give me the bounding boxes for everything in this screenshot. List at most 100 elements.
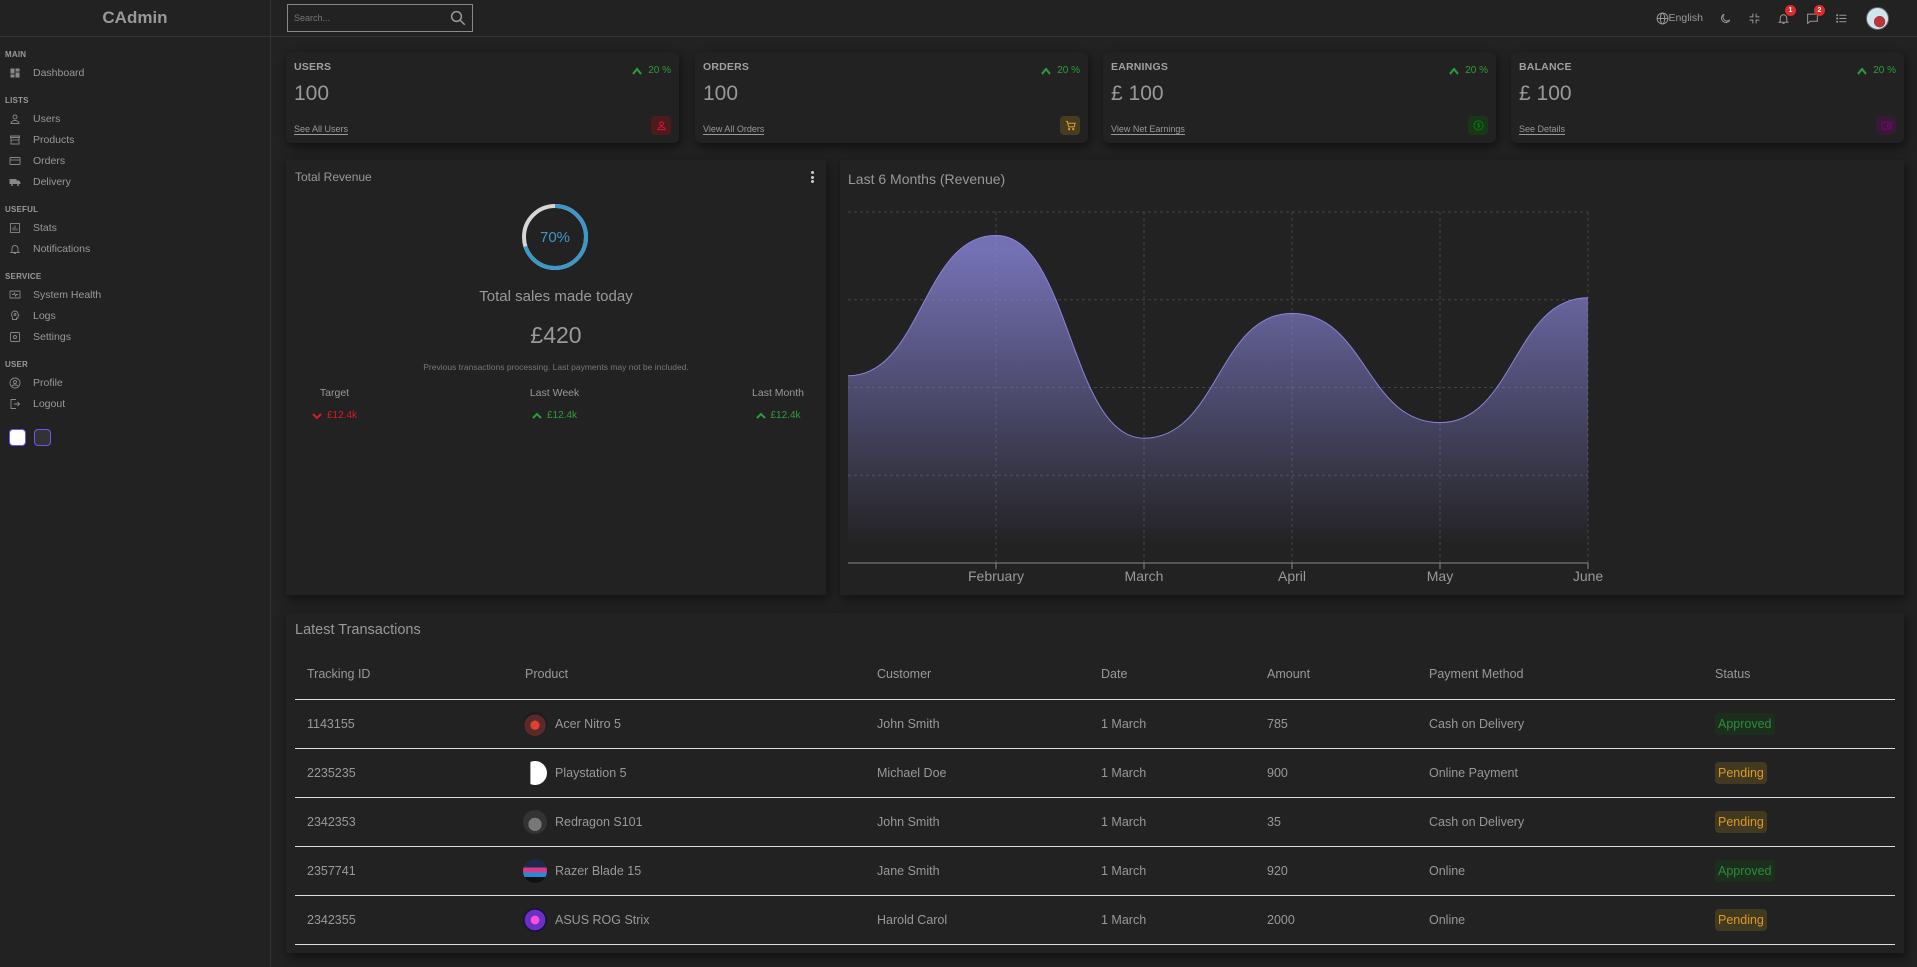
sidebar-item-users[interactable]: Users bbox=[5, 108, 270, 129]
widget-link[interactable]: See Details bbox=[1519, 124, 1566, 135]
sidebar-item-products[interactable]: Products bbox=[5, 129, 270, 150]
sidebar-item-label: Orders bbox=[33, 154, 66, 167]
sidebar-item-system-health[interactable]: System Health bbox=[5, 284, 270, 305]
widget-title: EARNINGS bbox=[1111, 61, 1169, 73]
status-badge: Pending bbox=[1715, 810, 1767, 833]
transactions-table: Tracking ID Product Customer Date Amount Paym… bbox=[295, 650, 1895, 945]
dark-mode-toggle[interactable] bbox=[1719, 12, 1732, 25]
revenue-chart-card: Last 6 Months (Revenue) February March Apr… bbox=[840, 160, 1904, 595]
widget-counter: 100 bbox=[703, 82, 739, 105]
summary-result: £12.4k bbox=[312, 410, 357, 421]
light-theme-swatch[interactable] bbox=[9, 429, 26, 446]
column-header-amount[interactable]: Amount bbox=[1255, 650, 1417, 700]
sidebar-item-notifications[interactable]: Notifications bbox=[5, 238, 270, 259]
cell-customer: Jane Smith bbox=[865, 846, 1089, 896]
cell-payment-method: Online bbox=[1417, 895, 1703, 945]
total-revenue-card: Total Revenue 70% Total sales made today… bbox=[286, 160, 826, 595]
data-point-january[interactable] bbox=[845, 373, 851, 379]
data-point-may[interactable] bbox=[1437, 420, 1443, 426]
truck-icon bbox=[9, 178, 21, 186]
data-point-march[interactable] bbox=[1141, 435, 1147, 441]
data-point-june[interactable] bbox=[1585, 295, 1591, 301]
language-selector[interactable]: English bbox=[1656, 12, 1703, 25]
cell-payment-method: Cash on Delivery bbox=[1417, 699, 1703, 749]
cell-product: Acer Nitro 5 bbox=[513, 699, 865, 749]
widget-title: USERS bbox=[294, 61, 332, 73]
sidebar-item-profile[interactable]: Profile bbox=[5, 372, 270, 393]
column-header-status[interactable]: Status bbox=[1703, 650, 1895, 700]
widget-link[interactable]: See All Users bbox=[294, 124, 349, 135]
widget-percentage: 20 % bbox=[631, 65, 671, 76]
search-icon[interactable] bbox=[449, 9, 467, 27]
cell-payment-method: Online bbox=[1417, 846, 1703, 896]
x-tick-label: February bbox=[968, 568, 1024, 584]
widget-title: BALANCE bbox=[1519, 61, 1572, 73]
column-header-product[interactable]: Product bbox=[513, 650, 865, 700]
sidebar-item-settings[interactable]: Settings bbox=[5, 326, 270, 347]
product-image bbox=[523, 858, 547, 883]
messages-button[interactable]: 2 bbox=[1806, 4, 1825, 25]
table-row[interactable]: 1143155 Acer Nitro 5 John Smith 1 March … bbox=[295, 699, 1895, 749]
cell-customer: John Smith bbox=[865, 699, 1089, 749]
sidebar-item-dashboard[interactable]: Dashboard bbox=[5, 62, 270, 83]
sidebar-item-delivery[interactable]: Delivery bbox=[5, 171, 270, 192]
cell-payment-method: Cash on Delivery bbox=[1417, 797, 1703, 847]
cell-status: Pending bbox=[1703, 797, 1895, 847]
app-logo[interactable]: CAdmin bbox=[0, 0, 270, 37]
data-point-february[interactable] bbox=[993, 232, 999, 238]
search-box bbox=[287, 4, 473, 32]
dark-theme-swatch[interactable] bbox=[34, 429, 51, 446]
widget-icon-box[interactable] bbox=[1060, 116, 1080, 135]
cell-tracking-id: 2357741 bbox=[295, 846, 513, 896]
table-row[interactable]: 2357741 Razer Blade 15 Jane Smith 1 Marc… bbox=[295, 846, 1895, 896]
sidebar-section-title: MAIN bbox=[5, 50, 27, 59]
chart-icon bbox=[10, 222, 20, 233]
widget-percentage-value: 20 % bbox=[1465, 65, 1488, 76]
table-row[interactable]: 2342353 Redragon S101 John Smith 1 March… bbox=[295, 797, 1895, 847]
cell-amount: 900 bbox=[1255, 748, 1417, 798]
cell-tracking-id: 2342353 bbox=[295, 797, 513, 847]
sidebar-item-label: Logout bbox=[33, 397, 66, 410]
summary-target: Target £12.4k bbox=[312, 387, 357, 421]
widget-earnings: EARNINGS £ 100 View Net Earnings 20 % bbox=[1103, 52, 1496, 143]
table-row[interactable]: 2235235 Playstation 5 Michael Doe 1 Marc… bbox=[295, 748, 1895, 798]
cell-amount: 35 bbox=[1255, 797, 1417, 847]
cell-date: 1 March bbox=[1089, 699, 1255, 749]
store-icon bbox=[10, 135, 20, 144]
sidebar-item-logs[interactable]: Logs bbox=[5, 305, 270, 326]
logout-icon bbox=[10, 398, 21, 409]
column-header-customer[interactable]: Customer bbox=[865, 650, 1089, 700]
more-vert-icon[interactable] bbox=[806, 170, 818, 184]
search-input[interactable] bbox=[288, 13, 438, 23]
fullscreen-exit-icon bbox=[1749, 13, 1760, 23]
column-header-tracking-id[interactable]: Tracking ID bbox=[295, 650, 513, 700]
notifications-button[interactable]: 1 bbox=[1777, 4, 1796, 25]
sidebar-item-orders[interactable]: Orders bbox=[5, 150, 270, 171]
cell-amount: 2000 bbox=[1255, 895, 1417, 945]
table-row[interactable]: 2342355 ASUS ROG Strix Harold Carol 1 Ma… bbox=[295, 895, 1895, 945]
list-icon bbox=[1836, 13, 1847, 23]
sidebar-item-stats[interactable]: Stats bbox=[5, 217, 270, 238]
widget-icon-box[interactable] bbox=[1876, 116, 1896, 135]
chevron-up-icon bbox=[532, 412, 542, 419]
cell-amount: 785 bbox=[1255, 699, 1417, 749]
widget-icon-box[interactable] bbox=[1468, 116, 1488, 135]
psychology-icon bbox=[11, 310, 20, 320]
product-image bbox=[523, 760, 547, 785]
widget-title: ORDERS bbox=[703, 61, 750, 73]
user-avatar[interactable] bbox=[1866, 6, 1889, 30]
list-menu-button[interactable] bbox=[1835, 12, 1848, 25]
fullscreen-exit-button[interactable] bbox=[1748, 12, 1761, 25]
widget-icon-box[interactable] bbox=[651, 116, 671, 135]
widget-link[interactable]: View All Orders bbox=[703, 124, 765, 135]
column-header-date[interactable]: Date bbox=[1089, 650, 1255, 700]
summary-result: £12.4k bbox=[755, 410, 801, 421]
language-label: English bbox=[1668, 12, 1703, 24]
widget-link[interactable]: View Net Earnings bbox=[1111, 124, 1185, 135]
sidebar-item-logout[interactable]: Logout bbox=[5, 393, 270, 414]
summary-amount: £12.4k bbox=[327, 410, 358, 421]
data-point-april[interactable] bbox=[1289, 310, 1295, 316]
status-badge: Approved bbox=[1715, 712, 1775, 735]
summary-title: Last Week bbox=[529, 387, 580, 399]
column-header-payment-method[interactable]: Payment Method bbox=[1417, 650, 1703, 700]
